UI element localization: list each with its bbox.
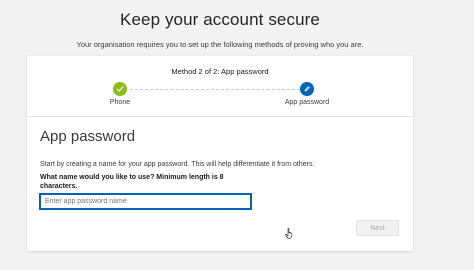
setup-card: Method 2 of 2: App password Phone App pa…	[27, 56, 413, 251]
step-phone: Phone	[90, 82, 150, 106]
page: Keep your account secure Your organisati…	[0, 0, 474, 270]
card-divider	[27, 116, 413, 117]
progress-connector	[130, 89, 300, 90]
next-button[interactable]: Next	[356, 220, 399, 236]
description-text: Start by creating a name for your app pa…	[40, 161, 315, 168]
step-phone-label: Phone	[109, 99, 131, 106]
mouse-cursor-icon	[285, 226, 293, 244]
page-title: Keep your account secure	[120, 10, 320, 29]
name-question: What name would you like to use? Minimum…	[40, 174, 224, 190]
pencil-icon	[300, 82, 314, 96]
section-title: App password	[40, 128, 136, 145]
page-subtitle: Your organisation requires you to set up…	[76, 40, 364, 49]
app-password-name-input[interactable]	[40, 194, 251, 209]
step-app-password: App password	[277, 82, 337, 106]
step-app-password-label: App password	[284, 99, 330, 106]
checkmark-icon	[113, 82, 127, 96]
method-progress: Method 2 of 2: App password Phone App pa…	[27, 56, 413, 114]
method-title: Method 2 of 2: App password	[171, 67, 269, 76]
